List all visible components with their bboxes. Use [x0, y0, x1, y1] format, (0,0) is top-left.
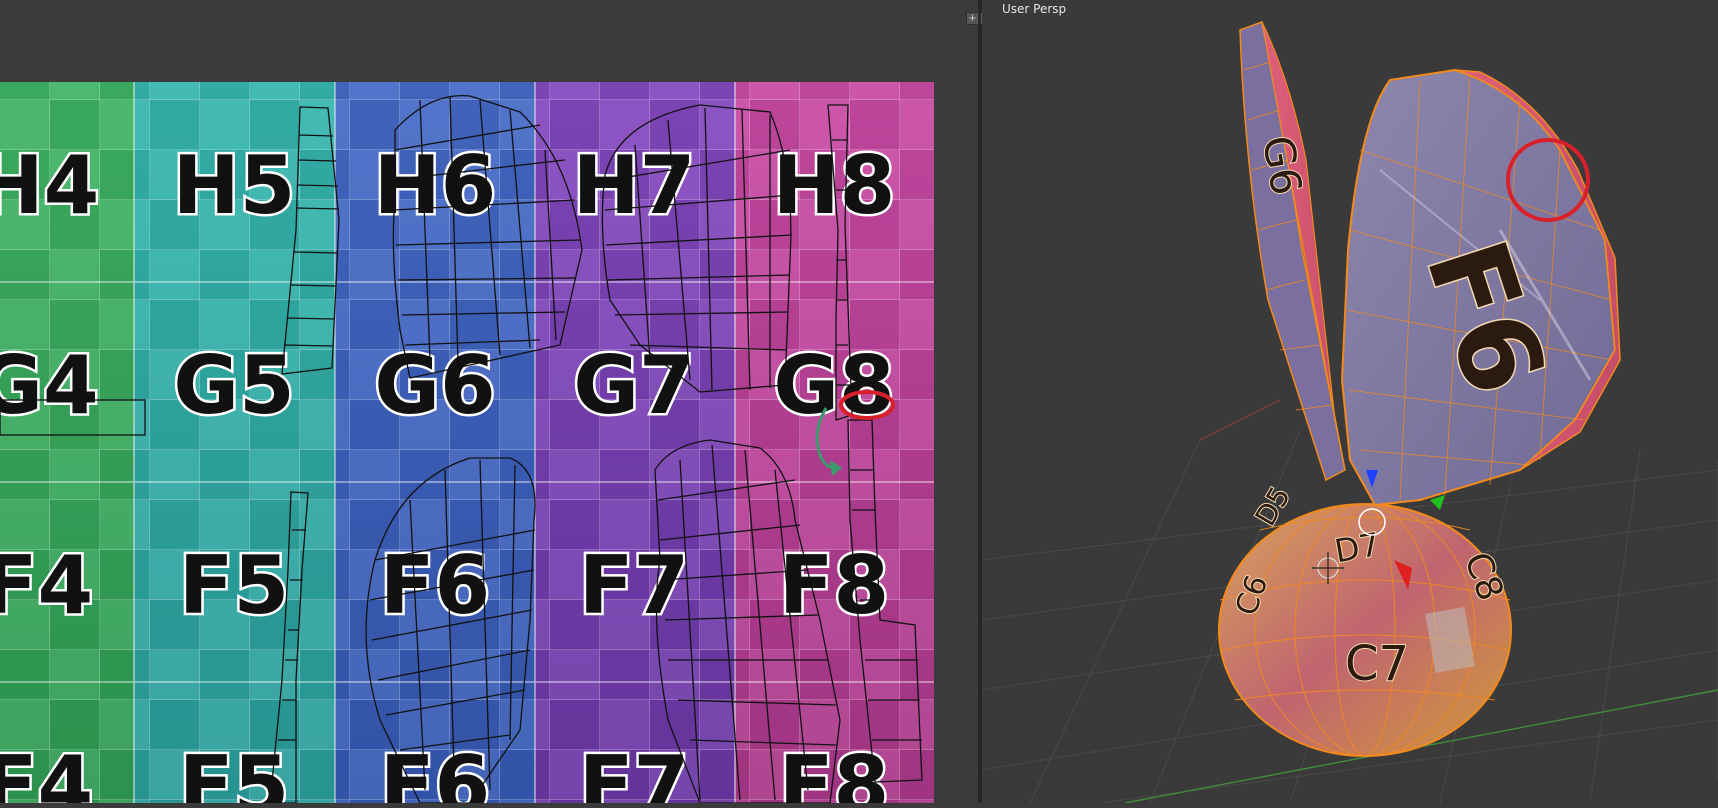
- grid-label-f4: F4: [0, 539, 93, 632]
- mesh-ball[interactable]: C7 D7 C8 D5 C6: [1218, 480, 1512, 757]
- grid-label-f7-lower: F7: [579, 739, 689, 803]
- grid-label-g5: G5: [173, 339, 294, 432]
- grid-label-g6: G6: [374, 339, 495, 432]
- mesh-thin-ear[interactable]: G6: [1239, 21, 1346, 482]
- 3d-viewport[interactable]: C7 D7 C8 D5 C6 G6 F6: [982, 0, 1718, 803]
- mesh-label-g6: G6: [1253, 132, 1312, 199]
- grid-label-h6: H6: [374, 139, 497, 232]
- grid-label-h5: H5: [173, 139, 296, 232]
- mesh-large-ear[interactable]: F6: [1340, 68, 1621, 507]
- uv-editor[interactable]: H4 H5 H6 H7 H8 G4 G5 G6 G7 G8 F4 F5 F6 F…: [0, 0, 978, 808]
- grid-label-f5: F5: [179, 539, 289, 632]
- grid-label-f6-lower: F6: [380, 739, 490, 803]
- grid-label-f4-lower: F4: [0, 739, 93, 803]
- viewport-view-label: User Persp: [1002, 2, 1067, 16]
- grid-label-g7: G7: [573, 339, 694, 432]
- uv-canvas[interactable]: H4 H5 H6 H7 H8 G4 G5 G6 G7 G8 F4 F5 F6 F…: [0, 0, 978, 808]
- grid-label-f7: F7: [579, 539, 689, 632]
- split-plus-icon[interactable]: +: [966, 12, 979, 25]
- grid-label-f8: F8: [779, 539, 889, 632]
- viewport-canvas[interactable]: C7 D7 C8 D5 C6 G6 F6: [982, 0, 1718, 803]
- mesh-label-d7: D7: [1332, 525, 1383, 570]
- grid-label-g4: G4: [0, 339, 99, 432]
- grid-label-f6: F6: [380, 539, 490, 632]
- grid-label-h4: H4: [0, 139, 99, 232]
- mesh-label-c7: C7: [1345, 636, 1409, 692]
